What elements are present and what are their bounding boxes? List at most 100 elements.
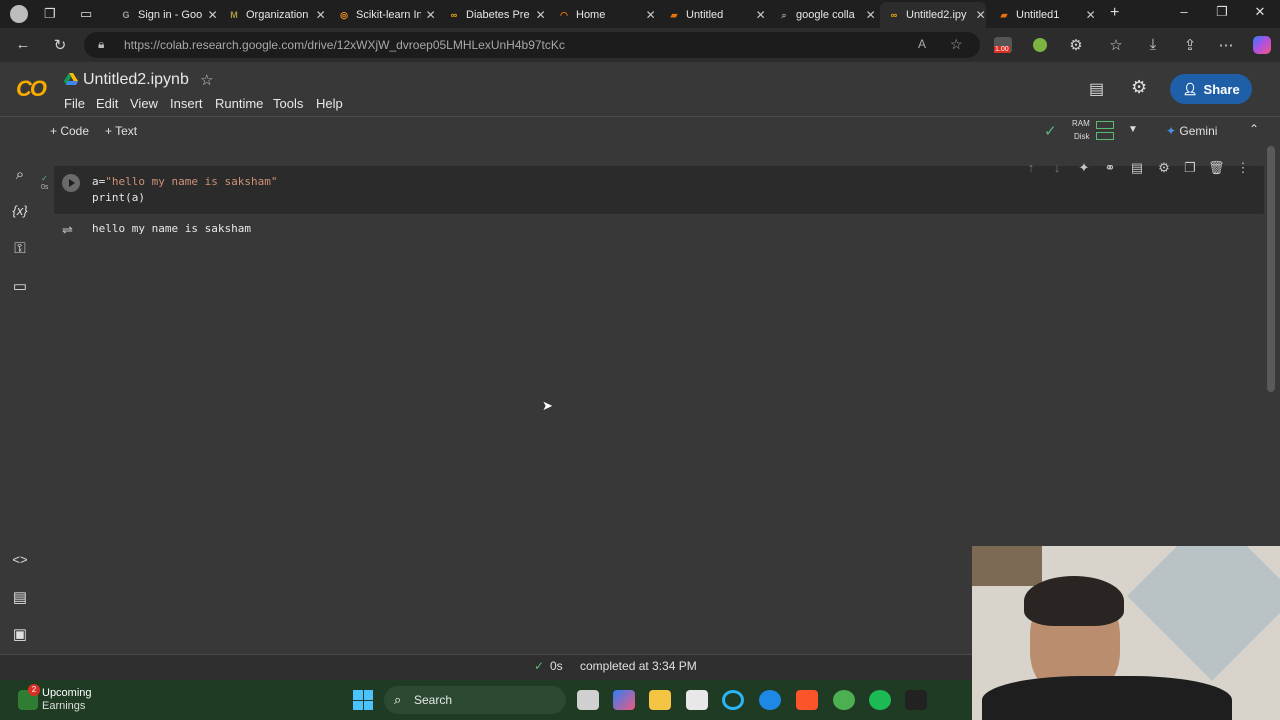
delete-cell-icon[interactable]: 🗑︎ — [1208, 160, 1225, 176]
browser-tab[interactable]: ▰ Untitled1 ✕ — [990, 2, 1096, 28]
output-menu-icon[interactable]: ⇌ — [62, 222, 73, 238]
variables-icon[interactable]: {x} — [10, 203, 30, 223]
code-cell[interactable]: a="hello my name is saksham" print(a) ↑ … — [54, 160, 1264, 214]
file-explorer-icon[interactable] — [649, 690, 671, 710]
minimize-icon[interactable]: – — [1174, 4, 1194, 19]
gemini-sparkle-icon: ✦ — [1166, 124, 1177, 138]
cell-more-icon[interactable]: ⋮ — [1235, 160, 1251, 176]
maximize-icon[interactable]: ❐ — [1212, 4, 1232, 20]
gemini-button[interactable]: ✦ Gemini — [1166, 124, 1217, 138]
read-aloud-icon[interactable]: A — [918, 37, 926, 51]
more-menu-icon[interactable]: ⋯ — [1216, 36, 1236, 54]
browser-tab[interactable]: ◠ Home ✕ — [550, 2, 656, 28]
terminal-app-icon[interactable] — [905, 690, 927, 710]
widget-subtitle[interactable]: Earnings — [42, 700, 85, 712]
browser-tab[interactable]: ▰ Untitled ✕ — [660, 2, 766, 28]
ram-meter[interactable] — [1096, 121, 1114, 129]
menu-edit[interactable]: Edit — [96, 96, 118, 111]
tab-favicon-icon: ⌕ — [781, 10, 787, 20]
notebook-title[interactable]: Untitled2.ipynb — [83, 71, 189, 89]
profile-icon[interactable] — [10, 5, 28, 23]
taskbar-search-box[interactable]: ⌕ Search — [384, 686, 566, 714]
add-code-button[interactable]: + Code — [50, 124, 89, 138]
cortana-icon[interactable] — [722, 690, 744, 710]
runtime-dropdown-icon[interactable]: ▼ — [1128, 124, 1138, 135]
new-tab-button[interactable]: + — [1110, 4, 1119, 22]
downloads-icon[interactable]: ⤓ — [1143, 36, 1163, 53]
status-completed-text[interactable]: completed at 3:34 PM — [580, 659, 697, 673]
code-line-1[interactable]: a="hello my name is saksham" — [92, 175, 277, 188]
extension-badge[interactable]: 1.00 — [994, 37, 1012, 53]
gemini-cell-icon[interactable]: ✦ — [1076, 160, 1092, 176]
menu-file[interactable]: File — [64, 96, 85, 111]
tab-close-icon[interactable]: ✕ — [207, 8, 218, 22]
start-windows-icon[interactable] — [353, 690, 373, 710]
run-cell-button[interactable] — [62, 174, 80, 192]
move-down-icon[interactable]: ↓ — [1049, 160, 1065, 175]
search-icon[interactable]: ⌕ — [10, 166, 30, 186]
add-text-button[interactable]: + Text — [105, 124, 137, 138]
mirror-cell-icon[interactable]: ❐ — [1182, 160, 1198, 176]
chrome-icon[interactable] — [833, 690, 855, 710]
tab-close-icon[interactable]: ✕ — [425, 8, 436, 22]
cell-settings-icon[interactable]: ⚙ — [1156, 160, 1172, 176]
webcam-overlay — [972, 546, 1280, 720]
notebook-scrollbar[interactable] — [1267, 146, 1275, 392]
settings-gear-icon[interactable]: ⚙ — [1131, 77, 1147, 98]
url-text[interactable]: https://colab.research.google.com/drive/… — [124, 38, 565, 52]
store-icon[interactable] — [686, 690, 708, 710]
browser-tab[interactable]: ⌕ google colla ✕ — [770, 2, 876, 28]
share-page-icon[interactable]: ⇪ — [1180, 36, 1200, 54]
reload-icon[interactable]: ↻ — [50, 36, 70, 54]
terminal-icon[interactable]: ▣ — [10, 625, 30, 645]
spotify-icon[interactable] — [869, 690, 891, 710]
comment-icon[interactable]: ▤ — [1129, 160, 1145, 176]
favorite-star-icon[interactable]: ☆ — [950, 36, 963, 53]
tab-close-icon[interactable]: ✕ — [315, 8, 326, 22]
browser-tab[interactable]: ◎ Scikit-learn In ✕ — [330, 2, 436, 28]
tab-close-icon[interactable]: ✕ — [755, 8, 766, 22]
menu-insert[interactable]: Insert — [170, 96, 203, 111]
close-window-icon[interactable]: ✕ — [1250, 4, 1270, 20]
star-icon[interactable]: ☆ — [200, 71, 213, 89]
favorites-icon[interactable]: ☆ — [1106, 36, 1126, 54]
brave-browser-icon[interactable] — [796, 690, 818, 710]
browser-tab[interactable]: G Sign in - Goo ✕ — [112, 2, 218, 28]
disk-meter[interactable] — [1096, 132, 1114, 140]
browser-tab[interactable]: M Organization ✕ — [220, 2, 326, 28]
code-line-2[interactable]: print(a) — [92, 191, 145, 204]
tab-close-icon[interactable]: ✕ — [535, 8, 546, 22]
menu-view[interactable]: View — [130, 96, 158, 111]
tab-close-icon[interactable]: ✕ — [975, 8, 986, 22]
tab-close-icon[interactable]: ✕ — [1085, 8, 1096, 22]
browser-tab[interactable]: ∞ Diabetes Pre ✕ — [440, 2, 546, 28]
link-icon[interactable]: ⚭ — [1102, 160, 1118, 176]
menu-tools[interactable]: Tools — [273, 96, 303, 111]
files-folder-icon[interactable]: ▭ — [10, 277, 30, 297]
extensions-icon[interactable]: ⚙ — [1066, 36, 1086, 54]
back-icon[interactable]: ← — [13, 36, 33, 53]
workspaces-icon[interactable]: ❐ — [44, 6, 56, 22]
secrets-key-icon[interactable]: ⚿ — [10, 240, 30, 260]
copilot-taskbar-icon[interactable] — [613, 690, 635, 710]
edge-browser-icon[interactable] — [759, 690, 781, 710]
share-button[interactable]: 👤︎ Share — [1170, 74, 1252, 104]
menu-help[interactable]: Help — [316, 96, 343, 111]
tab-close-icon[interactable]: ✕ — [645, 8, 656, 22]
browser-tab[interactable]: ∞ Untitled2.ipy ✕ — [880, 2, 986, 28]
menu-runtime[interactable]: Runtime — [215, 96, 263, 111]
lock-icon[interactable]: 🔒︎ — [98, 37, 104, 52]
comments-icon[interactable]: ▤ — [1089, 79, 1104, 99]
copilot-icon[interactable] — [1253, 36, 1271, 54]
address-bar[interactable]: 🔒︎ https://colab.research.google.com/dri… — [84, 32, 980, 58]
task-view-icon[interactable] — [577, 690, 599, 710]
command-palette-icon[interactable]: ▤ — [10, 588, 30, 608]
vertical-tabs-icon[interactable]: ▭ — [80, 6, 92, 22]
collapse-header-icon[interactable]: ⌃ — [1249, 122, 1259, 136]
code-snippets-icon[interactable]: <> — [10, 552, 30, 572]
move-up-icon[interactable]: ↑ — [1023, 160, 1039, 175]
tab-close-icon[interactable]: ✕ — [865, 8, 876, 22]
widget-title[interactable]: Upcoming — [42, 687, 92, 699]
colab-logo[interactable]: CO — [16, 76, 47, 102]
extension-green-icon[interactable] — [1033, 38, 1047, 52]
